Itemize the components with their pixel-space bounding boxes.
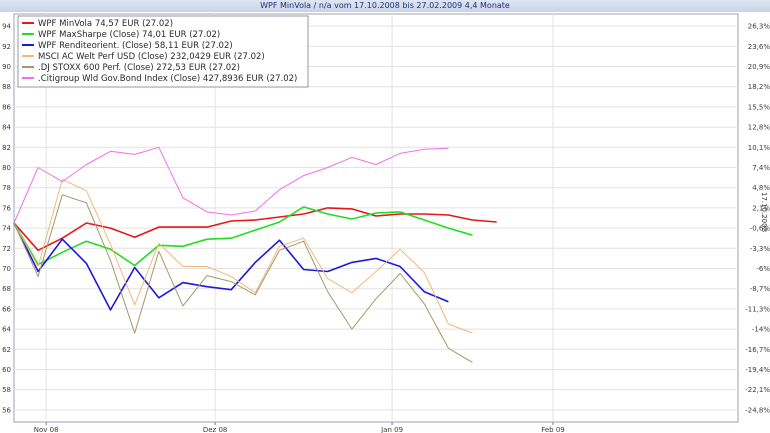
legend-entry: .Citigroup Wld Gov.Bond Index (Close) 42… <box>38 74 297 84</box>
right-tick-label: -14% <box>752 326 770 334</box>
left-tick-label: 80 <box>2 164 11 172</box>
left-tick-label: 72 <box>2 245 11 253</box>
left-tick-label: 58 <box>2 386 11 394</box>
right-tick-label: -19,4% <box>745 366 770 374</box>
right-tick-label: 7,4% <box>752 164 770 172</box>
left-tick-label: 64 <box>2 326 11 334</box>
right-tick-label: -6% <box>756 265 770 273</box>
legend-entry: MSCI AC Welt Perf USD (Close) 232,0429 E… <box>38 52 265 62</box>
x-tick-label: Jan 09 <box>380 426 403 433</box>
left-tick-label: 78 <box>2 184 11 192</box>
right-tick-label: -8,7% <box>750 285 770 293</box>
chart-title: WPF MinVola / n/a vom 17.10.2008 bis 27.… <box>0 0 770 12</box>
left-axis: 94 92 90 88 86 84 82 80 78 76 74 72 70 68 66 64 62 60 58 56 <box>2 23 11 415</box>
legend: WPF MinVola 74,57 EUR (27.02)WPF MaxShar… <box>17 15 309 88</box>
right-tick-label: -16,7% <box>745 346 770 354</box>
x-tick-label: Nov 08 <box>34 426 59 433</box>
legend-entry: WPF MinVola 74,57 EUR (27.02) <box>38 19 173 29</box>
left-tick-label: 66 <box>2 305 11 313</box>
left-tick-label: 84 <box>2 124 11 132</box>
right-axis-label: 17.10.2008 <box>760 192 768 232</box>
right-tick-label: 15,5% <box>748 103 770 111</box>
legend-entry: WPF Renditeorient. (Close) 58,11 EUR (27… <box>38 41 233 51</box>
left-tick-label: 92 <box>2 43 11 51</box>
right-tick-label: 26,3% <box>748 23 770 31</box>
left-tick-label: 94 <box>2 23 11 31</box>
chart-canvas: 94 92 90 88 86 84 82 80 78 76 74 72 70 68 66 64 62 60 58 56… <box>2 13 770 433</box>
left-tick-label: 82 <box>2 144 11 152</box>
right-tick-label: -3,3% <box>750 245 770 253</box>
right-tick-label: 20,9% <box>748 63 770 71</box>
right-axis: 26,3%23,6%20,9%18,2%15,5%12,8%10,1%7,4%4… <box>745 23 770 415</box>
x-tick-label: Dez 08 <box>203 426 228 433</box>
left-tick-label: 90 <box>2 63 11 71</box>
right-tick-label: 18,2% <box>748 83 770 91</box>
right-tick-label: 23,6% <box>748 43 770 51</box>
x-tick-label: Feb 09 <box>541 426 565 433</box>
left-tick-label: 86 <box>2 103 11 111</box>
right-tick-label: 12,8% <box>748 124 770 132</box>
right-tick-label: -24,8% <box>745 406 770 414</box>
left-tick-label: 56 <box>2 406 11 414</box>
right-tick-label: -11,3% <box>745 305 770 313</box>
left-tick-label: 68 <box>2 285 11 293</box>
legend-entry: WPF MaxSharpe (Close) 74,01 EUR (27.02) <box>38 30 220 40</box>
left-tick-label: 74 <box>2 225 11 233</box>
left-tick-label: 60 <box>2 366 11 374</box>
left-tick-label: 70 <box>2 265 11 273</box>
right-tick-label: -22,1% <box>745 386 770 394</box>
left-tick-label: 88 <box>2 83 11 91</box>
legend-entry: .DJ STOXX 600 Perf. (Close) 272,53 EUR (… <box>38 63 240 73</box>
right-tick-label: 10,1% <box>748 144 770 152</box>
left-tick-label: 76 <box>2 204 11 212</box>
x-axis: Nov 08 Dez 08 Jan 09 Feb 09 <box>34 422 565 433</box>
left-tick-label: 62 <box>2 346 11 354</box>
